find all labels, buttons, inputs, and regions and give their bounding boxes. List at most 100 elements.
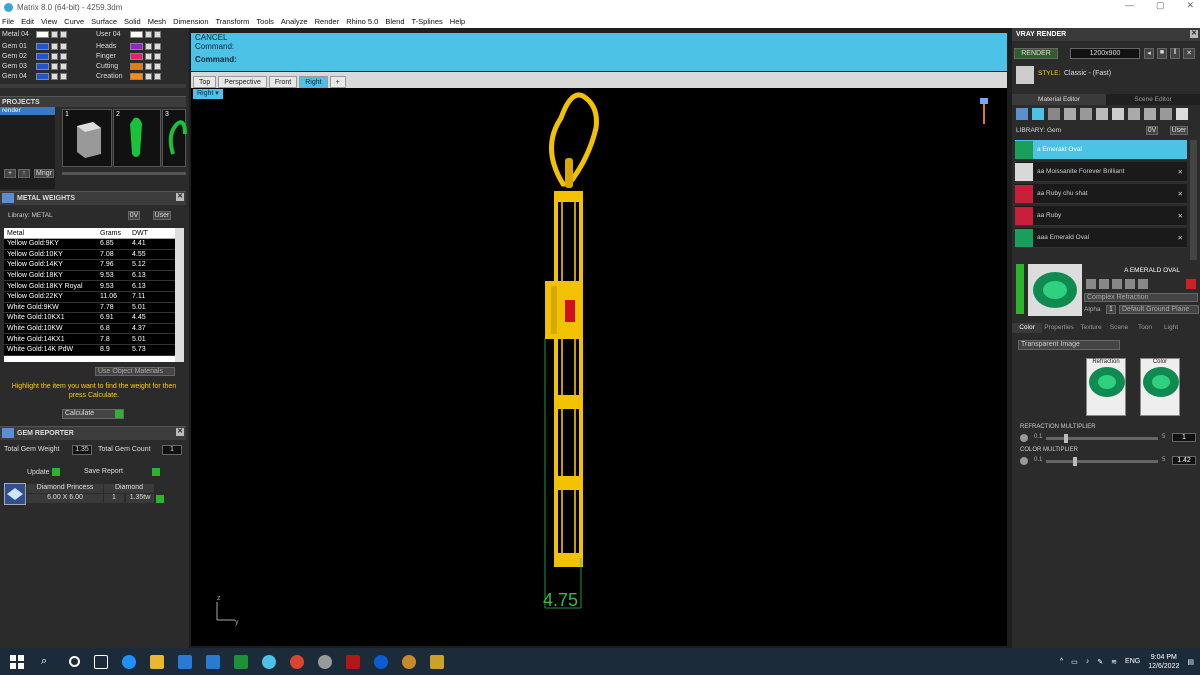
minimize-icon[interactable]: — (1125, 0, 1134, 11)
stripe-icon[interactable] (1096, 108, 1108, 120)
toggle-user[interactable]: User (1170, 126, 1188, 135)
layer-visible-icon[interactable] (154, 30, 161, 38)
layer-row[interactable]: Gem 04 (2, 71, 67, 81)
layer-visible-icon[interactable] (60, 52, 67, 60)
layer-visible-icon[interactable] (60, 42, 67, 50)
layer-color-swatch[interactable] (130, 42, 143, 50)
layer-lock-icon[interactable] (145, 52, 152, 60)
project-thumb[interactable]: 3 (162, 109, 187, 167)
layer-row[interactable]: Gem 01 (2, 41, 67, 51)
menu-rhino[interactable]: Rhino 5.0 (346, 17, 378, 26)
material-item[interactable]: aa Moissanite Forever Brilliant ✕ (1015, 162, 1187, 182)
style-value[interactable]: Classic - (Fast) (1064, 70, 1111, 77)
notifications-icon[interactable]: ▤ (1187, 658, 1194, 666)
cortana-icon[interactable] (69, 656, 80, 667)
material-icon[interactable] (1032, 108, 1044, 120)
edge-icon[interactable] (122, 654, 136, 669)
menu-view[interactable]: View (41, 17, 57, 26)
layer-visible-icon[interactable] (154, 62, 161, 70)
layer-row[interactable]: Metal 04 (2, 29, 67, 39)
language-indicator[interactable]: ENG (1125, 658, 1140, 665)
use-object-materials-checkbox[interactable]: Use Object Materials (95, 367, 175, 376)
refresh-icon[interactable] (1186, 279, 1196, 289)
file-explorer-icon[interactable] (150, 654, 164, 669)
layer-row[interactable]: Finger (96, 51, 161, 61)
command-area[interactable]: CANCEL Command: Command: (191, 33, 1007, 71)
menu-help[interactable]: Help (450, 17, 465, 26)
menu-file[interactable]: File (2, 17, 14, 26)
checker-icon[interactable] (1112, 108, 1124, 120)
project-slider[interactable] (62, 172, 186, 175)
table-row[interactable]: Yellow Gold:18KY 9.53 6.13 (4, 270, 184, 282)
delete-icon[interactable] (1138, 279, 1148, 289)
ground-plane-select[interactable]: Default Ground Plane (1119, 305, 1199, 314)
refraction-value[interactable]: 1 (1172, 433, 1196, 442)
drop-icon[interactable] (1016, 108, 1028, 120)
refraction-slider[interactable] (1046, 434, 1158, 443)
tab-perspective[interactable]: Perspective (218, 76, 267, 88)
command-input[interactable]: Command: (195, 55, 1007, 64)
menu-render[interactable]: Render (315, 17, 340, 26)
shader-select[interactable]: Complex Refraction (1084, 293, 1198, 302)
tab-material-editor[interactable]: Material Editor (1012, 94, 1106, 105)
layer-row[interactable]: Gem 02 (2, 51, 67, 61)
toggle-user[interactable]: User (153, 211, 171, 220)
layer-visible-icon[interactable] (60, 30, 67, 38)
tab-texture[interactable]: Texture (1076, 323, 1106, 333)
table-scrollbar[interactable] (175, 228, 184, 362)
expand-handle[interactable] (1016, 264, 1024, 314)
color-slider[interactable] (1046, 457, 1158, 466)
shade-icon[interactable] (1064, 108, 1076, 120)
calculate-button[interactable]: Calculate (62, 409, 124, 419)
layer-color-swatch[interactable] (36, 42, 49, 50)
copy-icon[interactable] (1099, 279, 1109, 289)
project-thumb[interactable]: 2 (113, 109, 161, 167)
add-project-button[interactable]: + (4, 169, 16, 178)
material-item[interactable]: aaa Emerald Oval ✕ (1015, 228, 1187, 248)
tab-top[interactable]: Top (193, 76, 217, 88)
material-scrollbar[interactable] (1190, 140, 1197, 260)
tab-scene-editor[interactable]: Scene Editor (1106, 94, 1200, 105)
metal-table[interactable]: Metal Grams DWT Yellow Gold:9KY 6.85 4.41 Ye… (4, 228, 184, 362)
tab-properties[interactable]: Properties (1042, 323, 1076, 333)
layer-row[interactable]: Cutting (96, 61, 161, 71)
menu-analyze[interactable]: Analyze (281, 17, 308, 26)
material-item[interactable]: a Emerald Oval (1015, 140, 1187, 160)
close-icon[interactable]: ✕ (1186, 0, 1194, 11)
layer-lock-icon[interactable] (51, 72, 58, 80)
tab-right[interactable]: Right (299, 76, 328, 88)
layer-visible-icon[interactable] (60, 72, 67, 80)
table-row[interactable]: White Gold:10KW 6.8 4.37 (4, 323, 184, 335)
save-report-button[interactable]: Save Report (84, 468, 160, 476)
remove-icon[interactable]: ✕ (1178, 212, 1183, 220)
pause-icon[interactable]: ǁ (1170, 48, 1180, 59)
resolution-field[interactable]: 1200x900 (1070, 48, 1140, 59)
paste-icon[interactable] (1112, 279, 1122, 289)
store-icon[interactable] (178, 654, 192, 669)
table-row[interactable]: White Gold:14K PdW 8.9 5.73 (4, 344, 184, 356)
layer-color-swatch[interactable] (130, 72, 143, 80)
material-item[interactable]: aa Ruby ✕ (1015, 206, 1187, 226)
sphere-icon[interactable] (1048, 108, 1060, 120)
pen-icon[interactable]: ✎ (1097, 658, 1103, 666)
menu-tsplines[interactable]: T-Splines (412, 17, 443, 26)
refraction-swatch[interactable]: Refraction (1086, 358, 1126, 416)
layer-visible-icon[interactable] (60, 62, 67, 70)
tray-chevron-icon[interactable]: ^ (1060, 658, 1063, 665)
texture-icon[interactable] (1080, 108, 1092, 120)
close-icon[interactable]: ✕ (176, 193, 184, 201)
table-row[interactable]: White Gold:14KX1 7.8 5.01 (4, 334, 184, 345)
slider-thumb[interactable] (1064, 434, 1068, 443)
gem-go-button[interactable] (156, 494, 164, 503)
project-item[interactable]: render (0, 107, 55, 115)
layer-lock-icon[interactable] (51, 62, 58, 70)
color-swatch[interactable]: Color (1140, 358, 1180, 416)
maximize-icon[interactable]: ▢ (1156, 0, 1165, 11)
table-row[interactable]: Yellow Gold:10KY 7.08 4.55 (4, 249, 184, 261)
chrome-icon[interactable] (290, 654, 304, 669)
gear-icon[interactable] (1020, 457, 1028, 465)
remove-icon[interactable]: ✕ (1178, 190, 1183, 198)
layer-lock-icon[interactable] (145, 30, 152, 38)
gear-icon[interactable] (1020, 434, 1028, 442)
menu-solid[interactable]: Solid (124, 17, 141, 26)
